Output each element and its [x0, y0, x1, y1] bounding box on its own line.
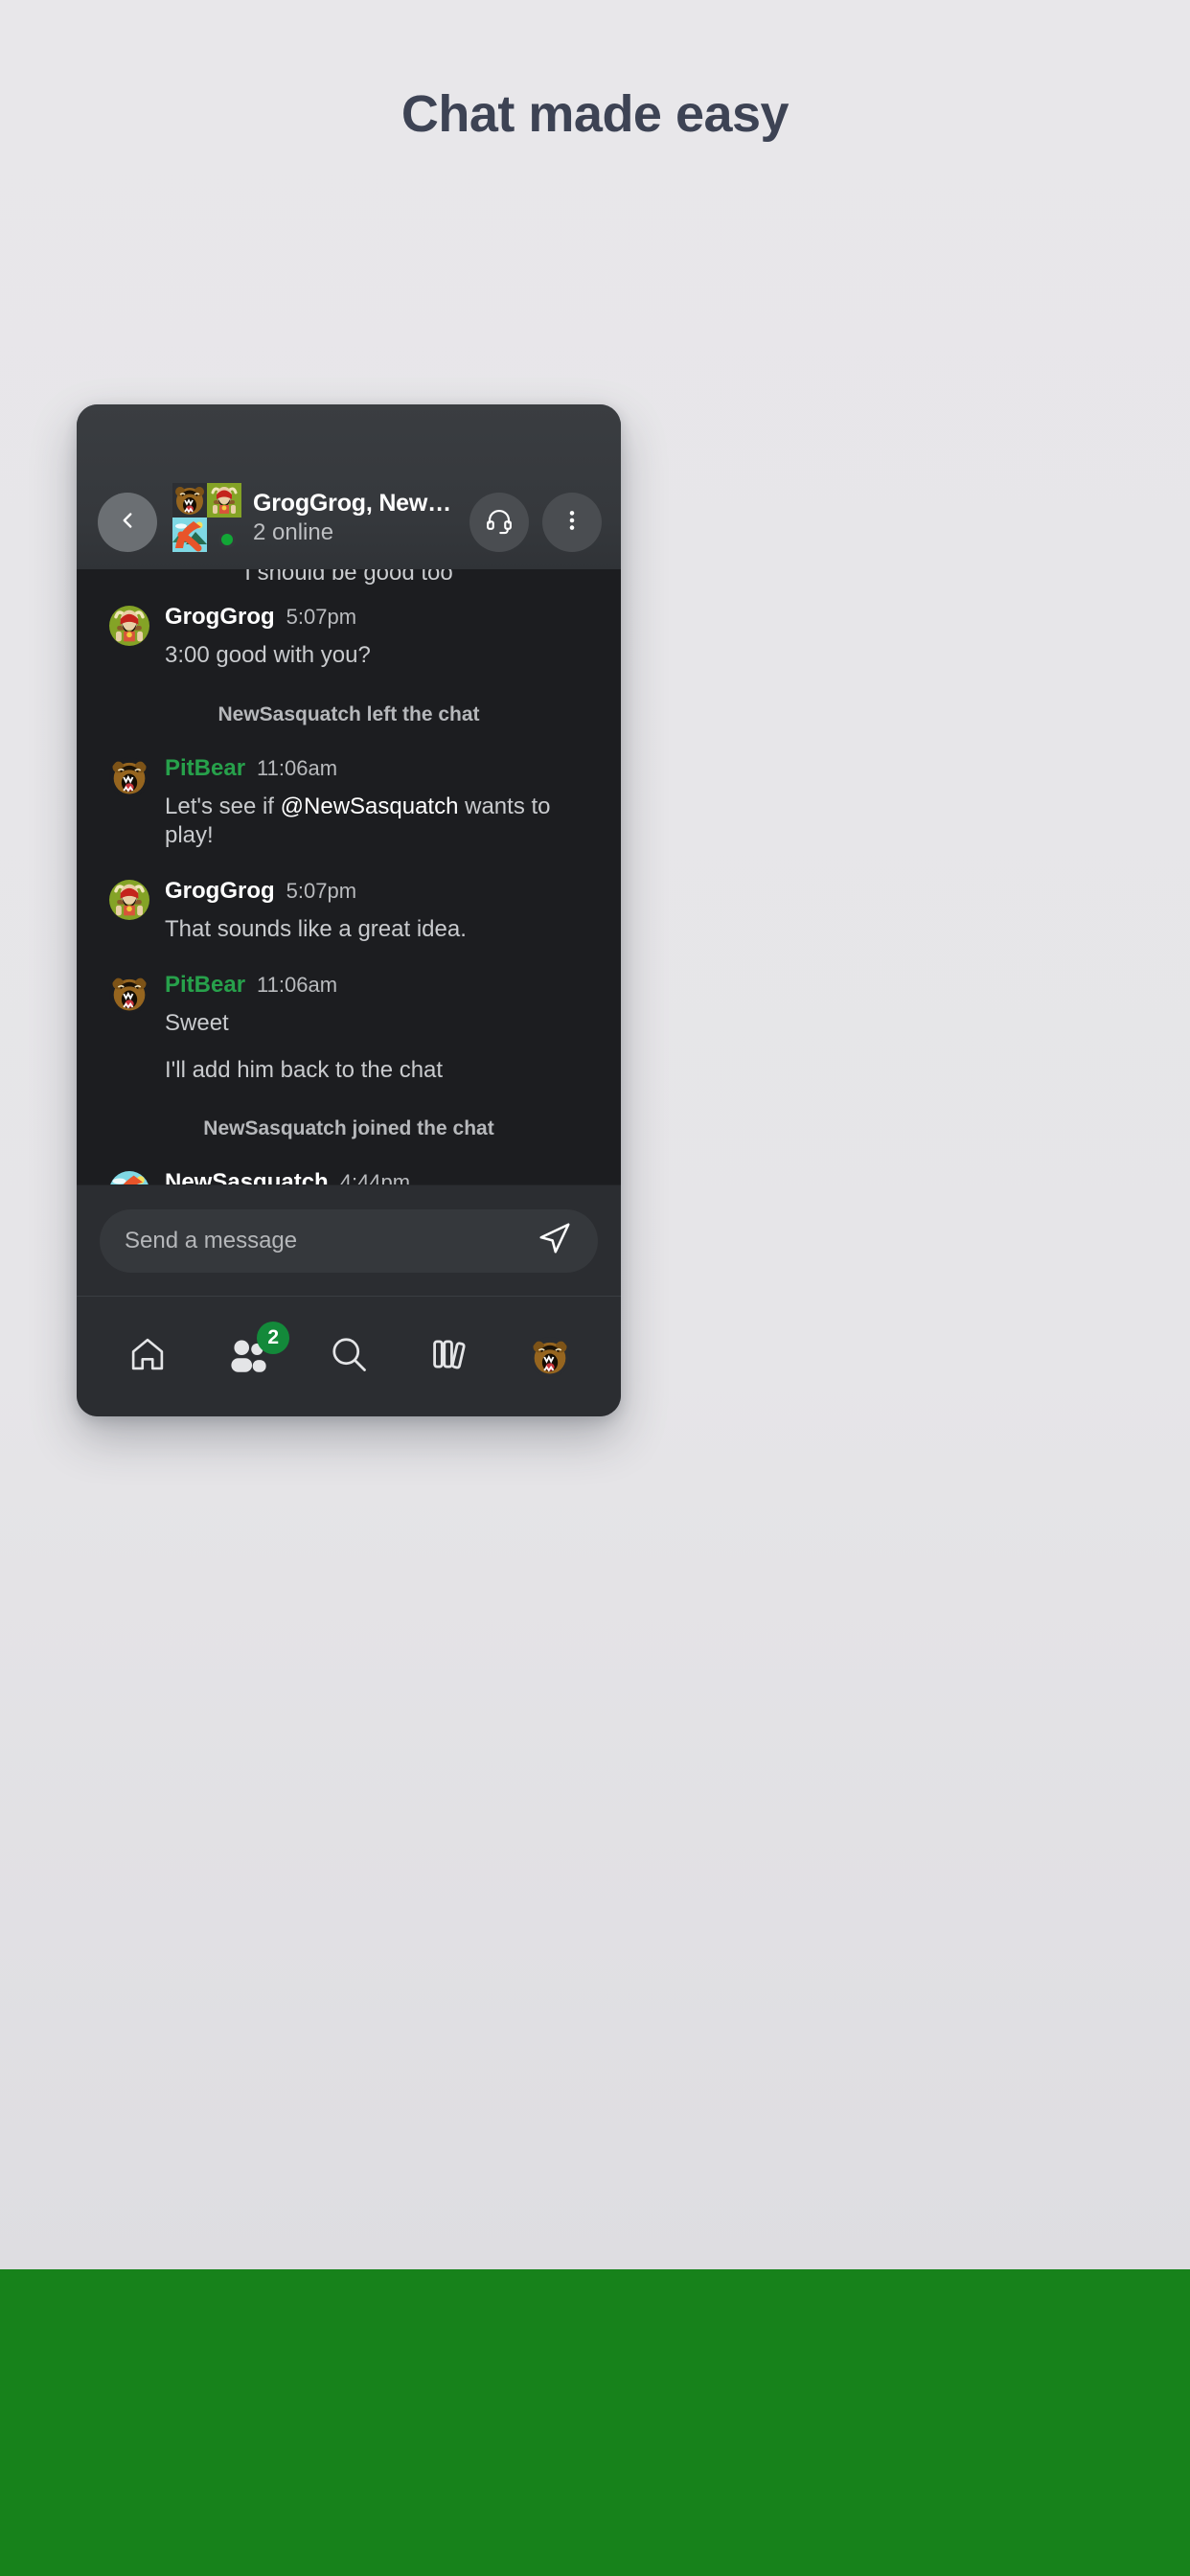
send-icon[interactable]	[537, 1220, 573, 1261]
library-icon	[429, 1334, 469, 1379]
message-item[interactable]: GrogGrog 5:07pm 3:00 good with you?	[77, 604, 621, 671]
message-text: Let's see if @NewSasquatch wants to play…	[165, 793, 588, 851]
message-timestamp: 5:07pm	[286, 605, 357, 629]
message-composer: Send a message	[77, 1184, 621, 1296]
pitbear-avatar	[109, 756, 149, 797]
chat-header: GrogGrog, NewSasq… 2 online	[77, 404, 621, 569]
message-item[interactable]: PitBear 11:06am Sweet I'll add him back …	[77, 972, 621, 1085]
message-input[interactable]: Send a message	[100, 1208, 598, 1273]
back-button[interactable]	[98, 493, 157, 552]
nav-search[interactable]	[315, 1323, 382, 1391]
message-author: PitBear	[165, 971, 246, 998]
message-timestamp: 5:07pm	[286, 879, 357, 904]
message-peek-text: I should be good too	[244, 569, 453, 586]
message-item[interactable]: NewSasquatch 4:44pm My bad y'all. I'm ba…	[77, 1169, 621, 1184]
message-timestamp: 4:44pm	[339, 1170, 411, 1184]
message-timestamp: 11:06am	[257, 755, 338, 780]
page-title: Chat made easy	[400, 85, 790, 143]
message-author: NewSasquatch	[165, 1169, 329, 1184]
bottom-navigation: 2	[77, 1296, 621, 1416]
message-timestamp: 11:06am	[257, 972, 338, 997]
more-vertical-icon	[560, 508, 584, 538]
message-author: GrogGrog	[165, 878, 275, 905]
pitbear-avatar	[109, 973, 149, 1014]
message-text-before: Let's see if	[165, 793, 281, 819]
system-message: NewSasquatch joined the chat	[203, 1117, 494, 1140]
message-author: PitBear	[165, 754, 246, 781]
chat-header-identity[interactable]: GrogGrog, NewSasq… 2 online	[157, 483, 469, 552]
more-options-button[interactable]	[542, 493, 602, 552]
message-author: GrogGrog	[165, 604, 275, 630]
message-input-placeholder: Send a message	[125, 1227, 298, 1254]
newsasquatch-avatar	[172, 518, 207, 552]
headset-icon	[485, 506, 514, 540]
system-message: NewSasquatch left the chat	[217, 702, 480, 725]
group-avatar-cluster	[172, 483, 241, 552]
nav-library[interactable]	[416, 1323, 483, 1391]
message-text: I'll add him back to the chat	[165, 1056, 444, 1083]
chat-header-actions	[469, 493, 602, 552]
message-item[interactable]: GrogGrog 5:07pm That sounds like a great…	[77, 878, 621, 945]
page-background-bottom	[0, 2269, 1190, 2576]
chevron-left-icon	[115, 508, 140, 538]
nav-friends[interactable]: 2	[215, 1321, 290, 1391]
groggrog-avatar	[109, 880, 149, 921]
profile-avatar-icon	[529, 1336, 570, 1377]
voice-call-button[interactable]	[469, 493, 529, 552]
groggrog-avatar	[207, 483, 241, 518]
phone-mockup: GrogGrog, NewSasq… 2 online	[77, 404, 621, 1416]
newsasquatch-avatar	[109, 1171, 149, 1184]
message-text: That sounds like a great idea.	[165, 916, 467, 943]
online-status-dot	[218, 531, 236, 548]
nav-profile[interactable]	[516, 1323, 584, 1391]
mention-chip[interactable]: @NewSasquatch	[281, 794, 459, 819]
chat-online-count: 2 online	[253, 518, 334, 545]
message-text: Sweet	[165, 1009, 229, 1036]
home-icon	[127, 1334, 168, 1379]
chat-title: GrogGrog, NewSasq…	[253, 489, 454, 517]
nav-home[interactable]	[114, 1323, 181, 1391]
pitbear-avatar	[172, 483, 207, 518]
groggrog-avatar	[109, 606, 149, 646]
message-list[interactable]: I should be good too GrogGrog 5:07pm 3:0…	[77, 569, 621, 1184]
search-icon	[328, 1333, 370, 1380]
message-item[interactable]: PitBear 11:06am Let's see if @NewSasquat…	[77, 755, 621, 851]
message-text: 3:00 good with you?	[165, 642, 371, 668]
friends-badge: 2	[257, 1321, 290, 1354]
